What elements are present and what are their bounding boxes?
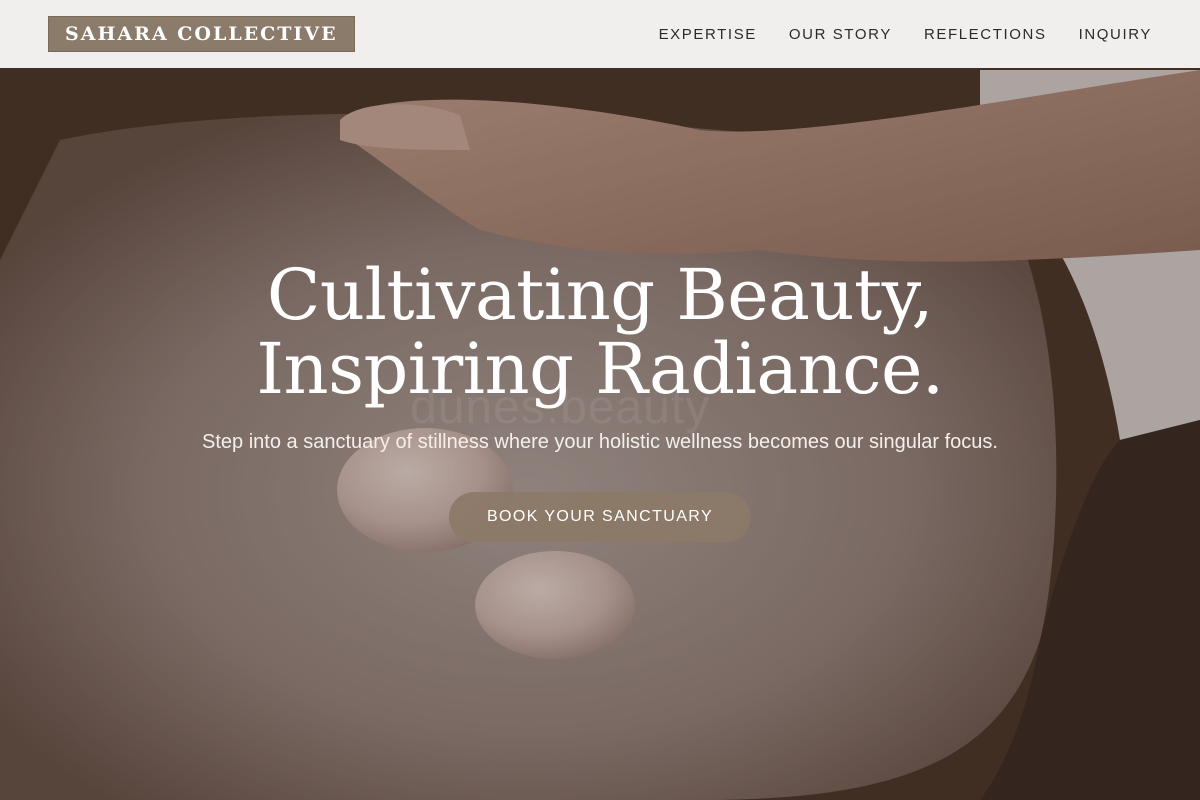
hero-subtext: Step into a sanctuary of stillness where… <box>202 431 998 453</box>
main-nav: EXPERTISE OUR STORY REFLECTIONS INQUIRY <box>659 26 1152 43</box>
book-sanctuary-button[interactable]: BOOK YOUR SANCTUARY <box>448 492 752 542</box>
brand-name[interactable]: SAHARA COLLECTIVE <box>65 23 338 45</box>
hero-headline-line-1: Cultivating Beauty, <box>266 254 934 336</box>
brand-logo[interactable]: SAHARA COLLECTIVE <box>48 16 355 52</box>
nav-link-reflections[interactable]: REFLECTIONS <box>924 26 1047 43</box>
nav-link-expertise[interactable]: EXPERTISE <box>659 26 757 43</box>
hero-content: Cultivating Beauty, Inspiring Radiance. … <box>0 258 1200 542</box>
site-header: SAHARA COLLECTIVE EXPERTISE OUR STORY RE… <box>0 0 1200 68</box>
hero-headline-line-2: Inspiring Radiance. <box>256 328 944 410</box>
nav-link-inquiry[interactable]: INQUIRY <box>1079 26 1152 43</box>
hero-headline: Cultivating Beauty, Inspiring Radiance. <box>0 258 1200 406</box>
nav-link-our-story[interactable]: OUR STORY <box>789 26 892 43</box>
